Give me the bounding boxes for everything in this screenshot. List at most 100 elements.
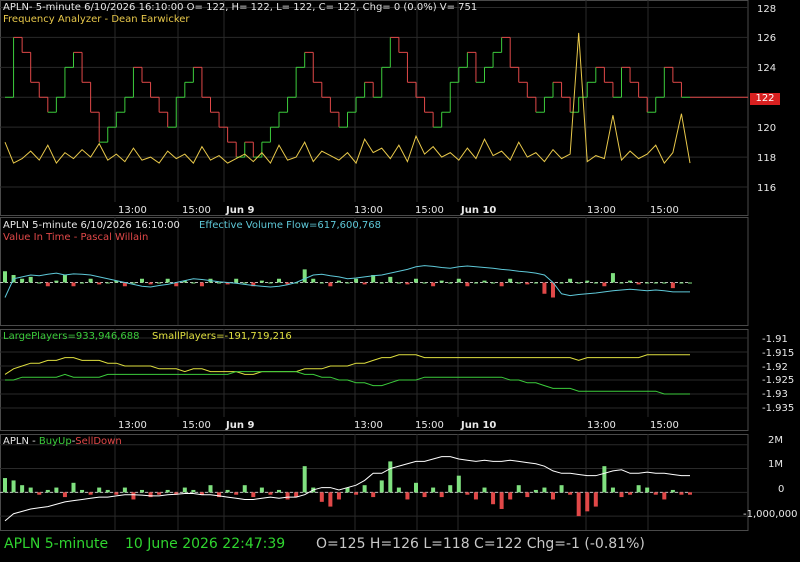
buyup-selldown-bar [80,489,85,493]
value-in-time-bar [199,282,204,287]
value-in-time-bar [105,282,110,284]
buyup-selldown-bar [593,492,598,507]
value-in-time-bar [431,282,436,287]
y-tick: 118 [757,153,777,164]
y-tick: 116 [757,183,777,194]
value-in-time-bar [319,282,324,284]
value-in-time-bar [354,278,359,283]
buyup-selldown-bar [439,492,444,498]
buyup-selldown-bar [259,487,264,493]
buyup-selldown-bar [336,492,341,500]
value-in-time-bar [688,282,692,284]
buyup-selldown-bar [302,466,307,493]
value-in-time-bar [585,280,590,283]
value-in-time-bar [37,282,42,284]
value-in-time-bar [328,282,333,287]
buyup-selldown-bar [131,492,136,500]
small-players-line [5,371,690,395]
buyup-selldown-bar [636,485,641,493]
value-in-time-bar [525,282,530,285]
value-in-time-bar [80,282,85,284]
value-in-time-bar [268,282,273,284]
buyup-selldown-bar [54,487,59,493]
x-tick: 15:00 [415,420,444,431]
value-in-time-bar [234,278,239,283]
buyup-selldown-bar [533,489,538,493]
buyup-selldown-bar [242,485,247,493]
value-in-time-bar [610,273,615,283]
value-in-time-bar [3,271,7,283]
value-in-time-bar [414,278,418,283]
value-in-time-bar [396,282,401,284]
y-tick: 0 [778,484,785,495]
value-in-time-bar [568,278,573,283]
chart-canvas [0,0,749,531]
y-tick: -1.93 [762,389,788,400]
buyup-selldown-bar [662,492,667,500]
y-tick: -1,000,000 [743,509,798,520]
buyup-selldown-bar [414,482,418,493]
buyup-selldown-bar [379,480,384,493]
x-tick: 15:00 [650,205,679,216]
y-tick: -1.915 [762,348,795,359]
panel-frame [0,0,749,216]
panel1-indicator-label: Frequency Analyzer - Dean Earwicker [3,14,190,25]
value-in-time-bar [345,282,350,284]
buyup-selldown-bar [482,487,487,493]
buyup-selldown-bar [45,489,50,493]
value-in-time-bar [45,282,50,287]
y-tick: -1.925 [762,375,795,386]
value-in-time-bar [62,275,67,283]
buyup-selldown-bar [251,492,256,498]
buyup-selldown-bar [396,487,401,493]
value-in-time-bar [311,278,316,283]
value-in-time-bar [542,282,547,294]
buyup-selldown-bar [465,492,470,495]
buyup-selldown-bar [542,487,547,493]
value-in-time-bar [28,276,33,283]
value-in-time-bar [148,282,153,285]
y-tick: 120 [757,123,777,134]
buyup-selldown-bar [653,492,658,495]
value-in-time-bar [439,280,444,283]
value-in-time-bar [448,282,453,284]
buyup-selldown-bar [670,489,675,493]
footer-ohlc: O=125 H=126 L=118 C=122 Chg=-1 (-0.81%) [316,536,645,552]
buyup-selldown-bar [559,485,564,493]
buyup-selldown-bar [28,487,33,493]
value-in-time-bar [20,278,25,283]
buyup-selldown-bar [525,492,530,498]
buyup-selldown-bar [88,492,93,495]
value-in-time-bar [508,278,513,283]
value-in-time-bar [336,280,341,283]
buyup-selldown-bar [516,485,521,493]
value-in-time-bar [473,282,478,284]
buyup-selldown-bar [602,466,607,493]
x-tick: 13:00 [354,420,383,431]
value-in-time-bar [131,282,136,284]
buyup-selldown-bar [688,492,692,495]
buyup-selldown-bar [431,487,436,493]
value-in-time-bar [217,282,222,284]
value-in-time-bar [259,280,264,283]
value-in-time-bar [593,282,598,284]
y-tick: 124 [757,63,777,74]
value-in-time-bar [157,282,162,284]
value-in-time-bar [645,282,650,284]
buyup-selldown-bar [62,492,67,498]
buyup-selldown-bar [3,478,7,493]
panel4-buyup-label: BuyUp [38,436,72,447]
panel2-indicator2-label: Value In Time - Pascal Willain [3,232,149,243]
x-tick: 13:00 [587,205,616,216]
value-in-time-bar [636,282,641,285]
panel4-header: APLN - BuyUp-SellDown [3,436,122,448]
value-in-time-bar [242,282,247,284]
value-in-time-bar [97,282,102,285]
buyup-selldown-bar [645,487,650,493]
buyup-selldown-bar [610,487,615,493]
panel3-large-label: LargePlayers=933,946,688 [3,331,140,342]
x-tick: 13:00 [354,205,383,216]
buyup-selldown-bar [619,492,624,498]
value-in-time-bar [628,280,633,283]
value-in-time-bar [405,282,410,285]
